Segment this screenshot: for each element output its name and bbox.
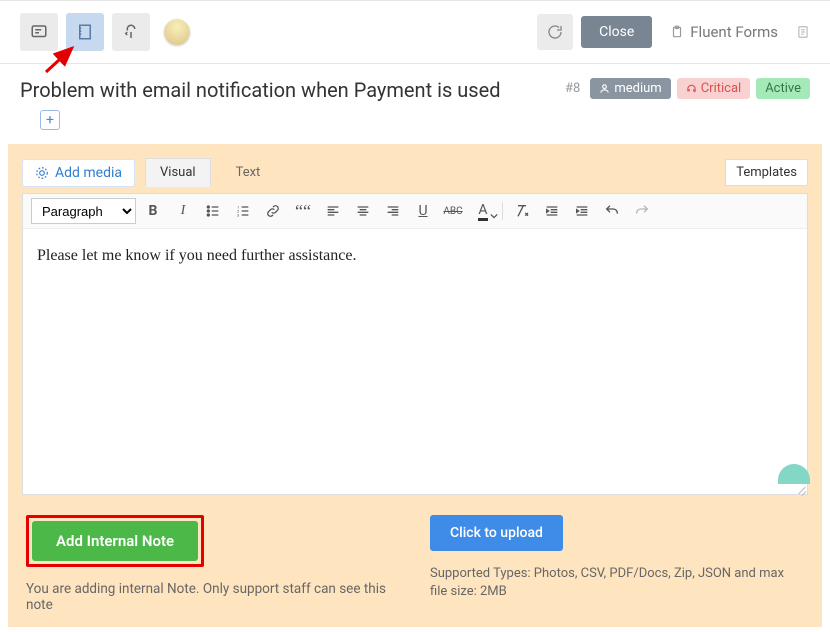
align-left-button[interactable] [320, 198, 346, 224]
status-badge[interactable]: Active [756, 78, 810, 99]
strikethrough-button[interactable]: ABC [440, 198, 466, 224]
editor-footer: Add Internal Note You are adding interna… [22, 495, 808, 613]
add-tag-button[interactable]: + [40, 110, 60, 130]
actions-button[interactable] [112, 13, 150, 51]
avatar-icon [164, 19, 190, 45]
bullet-list-button[interactable] [200, 198, 226, 224]
urgency-badge[interactable]: Critical [677, 78, 750, 99]
align-center-button[interactable] [350, 198, 376, 224]
editor-panel: Add media Visual Text Templates Paragrap… [8, 144, 822, 627]
supported-types-text: Supported Types: Photos, CSV, PDF/Docs, … [430, 565, 804, 601]
ticket-number: #8 [565, 81, 580, 96]
quote-button[interactable]: ““ [290, 198, 316, 224]
outdent-button[interactable] [539, 198, 565, 224]
paragraph-select[interactable]: Paragraph [31, 198, 136, 224]
numbered-list-button[interactable]: 123 [230, 198, 256, 224]
close-button[interactable]: Close [581, 16, 652, 48]
indent-button[interactable] [569, 198, 595, 224]
media-icon [35, 166, 49, 180]
document-icon [796, 25, 810, 39]
italic-button[interactable]: I [170, 198, 196, 224]
svg-text:3: 3 [237, 212, 239, 217]
tab-text[interactable]: Text [221, 158, 276, 187]
templates-button[interactable]: Templates [725, 159, 808, 186]
tab-visual[interactable]: Visual [145, 158, 211, 187]
clipboard-icon [670, 24, 684, 40]
clear-format-button[interactable] [509, 198, 535, 224]
editor-textarea[interactable]: Please let me know if you need further a… [23, 229, 807, 494]
avatar[interactable] [158, 13, 196, 51]
editor-toolbar: Paragraph B I 123 ““ U ABC [23, 194, 807, 229]
align-right-button[interactable] [380, 198, 406, 224]
undo-button[interactable] [599, 198, 625, 224]
add-internal-note-button[interactable]: Add Internal Note [32, 521, 198, 561]
user-icon [599, 83, 610, 94]
bold-button[interactable]: B [140, 198, 166, 224]
priority-badge[interactable]: medium [590, 78, 670, 99]
redo-button[interactable] [629, 198, 655, 224]
upload-button[interactable]: Click to upload [430, 515, 563, 551]
submit-highlight: Add Internal Note [26, 515, 204, 567]
product-label[interactable]: Fluent Forms [670, 23, 778, 41]
add-media-button[interactable]: Add media [22, 159, 135, 187]
extra-link[interactable] [796, 25, 810, 39]
internal-note-hint: You are adding internal Note. Only suppo… [26, 581, 400, 613]
ticket-badges: #8 medium Critical Active [565, 78, 810, 99]
top-toolbar: Close Fluent Forms [0, 0, 830, 64]
ticket-header: Problem with email notification when Pay… [0, 64, 830, 108]
link-button[interactable] [260, 198, 286, 224]
editor-box: Paragraph B I 123 ““ U ABC [22, 193, 808, 495]
ticket-title: Problem with email notification when Pay… [20, 78, 565, 102]
editor-top-row: Add media Visual Text Templates [22, 158, 808, 187]
text-color-button[interactable]: A [470, 198, 496, 224]
refresh-button[interactable] [537, 14, 573, 50]
internal-note-tab-button[interactable] [66, 13, 104, 51]
headset-icon [686, 83, 697, 94]
reply-tab-button[interactable] [20, 13, 58, 51]
underline-button[interactable]: U [410, 198, 436, 224]
product-label-text: Fluent Forms [690, 23, 778, 41]
